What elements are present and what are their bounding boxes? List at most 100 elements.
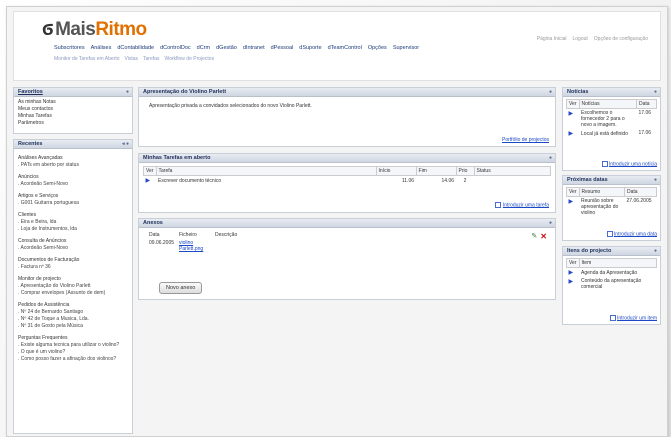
recent-item[interactable]: . Como posso fazer a afinação dos violin… <box>18 356 128 363</box>
project-item[interactable]: Conteúdo da apresentação comercial <box>579 277 656 291</box>
nav-dcontabilidade[interactable]: dContabilidade <box>117 45 154 51</box>
recent-group-title[interactable]: Análises Avançadas <box>18 155 128 162</box>
table-row[interactable]: ▶ Agenda da Apresentação <box>567 268 657 278</box>
subnav-tarefas[interactable]: Tarefas <box>143 56 159 62</box>
col-ver[interactable]: Ver <box>566 258 580 268</box>
recent-group-title[interactable]: Monitor de projecto <box>18 276 128 283</box>
recent-group-title[interactable]: Artigos e Serviços <box>18 193 128 200</box>
favorite-item[interactable]: As minhas Notas <box>18 99 128 106</box>
table-row[interactable]: ▶ Escolhemos o fornecedor 2 para o novo … <box>567 109 657 130</box>
recent-item[interactable]: . O que é um violino? <box>18 349 128 356</box>
collapse-icon[interactable]: ● <box>549 155 552 161</box>
view-arrow-icon[interactable]: ▶ <box>567 197 580 218</box>
collapse-icon[interactable]: ● <box>654 248 657 254</box>
recent-group-title[interactable]: Clientes <box>18 212 128 219</box>
favorite-item[interactable]: Parâmetros <box>18 120 128 127</box>
recent-item[interactable]: . PATs em aberto por status <box>18 162 128 169</box>
logout-link[interactable]: Logout <box>573 36 588 42</box>
recent-item[interactable]: . G001 Guitarra portuguesa <box>18 200 128 207</box>
table-row[interactable]: ▶ Reunião sobre apresentação do violino … <box>567 197 657 218</box>
col-ver[interactable]: Ver <box>566 187 580 197</box>
project-portfolio-link[interactable]: Portfólio de projectos <box>502 137 549 143</box>
recent-item[interactable]: . Eira e Beira, lda <box>18 219 128 226</box>
col-status[interactable]: Status <box>473 166 552 176</box>
collapse-icon[interactable]: ● <box>654 89 657 95</box>
collapse-icon[interactable]: ● <box>549 220 552 226</box>
col-resumo[interactable]: Resumo <box>578 187 626 197</box>
recent-item[interactable]: . Acordeão Semi-Novo <box>18 181 128 188</box>
edit-icon[interactable]: ✎ <box>531 232 537 241</box>
subnav-workflow[interactable]: Workflow de Projectos <box>164 56 214 62</box>
nav-dcrm[interactable]: dCrm <box>197 45 210 51</box>
recent-item[interactable]: . Loja de Instrumentos, lda <box>18 226 128 233</box>
col-fim[interactable]: Fim <box>415 166 457 176</box>
attachment-file-link[interactable]: violino Parlett.png <box>177 239 213 253</box>
settings-link[interactable]: Opções de configuração <box>594 36 648 42</box>
recent-item[interactable]: . Factura nº 36 <box>18 264 128 271</box>
nav-dteamcontrol[interactable]: dTeamControl <box>328 45 362 51</box>
date-summary[interactable]: Reunião sobre apresentação do violino <box>579 197 624 218</box>
recent-item[interactable]: . Nº 42 de Toque a Musica, Lda. <box>18 316 128 323</box>
recent-group-title[interactable]: Pedidos de Assistência <box>18 302 128 309</box>
view-arrow-icon[interactable]: ▶ <box>567 109 580 130</box>
project-item[interactable]: Agenda da Apresentação <box>579 268 656 278</box>
recent-item[interactable]: . Nº 24 de Bernardo Santiago <box>18 309 128 316</box>
add-date-link[interactable]: Introduzir uma data <box>614 231 657 237</box>
add-task-link[interactable]: Introduzir uma tarefa <box>503 202 549 208</box>
nav-dsuporte[interactable]: dSuporte <box>299 45 321 51</box>
news-text[interactable]: Local já está definido <box>579 129 636 138</box>
recent-item[interactable]: . Apresentação do Violino Parlett <box>18 283 128 290</box>
new-date-icon[interactable] <box>606 230 613 237</box>
task-name[interactable]: Escrever documento técnico <box>156 176 376 186</box>
home-link[interactable]: Página Inicial <box>537 36 567 42</box>
nav-opcoes[interactable]: Opções <box>368 45 387 51</box>
recent-item[interactable]: . Comprar envelopes (Assunto de dem) <box>18 290 128 297</box>
view-arrow-icon[interactable]: ▶ <box>567 268 580 278</box>
news-text[interactable]: Escolhemos o fornecedor 2 para o novo a … <box>579 109 636 130</box>
subnav-monitor[interactable]: Monitor de Tarefas em Aberto <box>54 56 120 62</box>
collapse-icon[interactable]: ● <box>126 89 129 95</box>
recent-group-title[interactable]: Perguntas Frequentes <box>18 335 128 342</box>
new-item-icon[interactable] <box>609 314 616 321</box>
nav-dcontroldoc[interactable]: dControlDoc <box>160 45 191 51</box>
recent-group-title[interactable]: Documentos de Facturação <box>18 257 128 264</box>
col-prio[interactable]: Prio <box>455 166 475 176</box>
nav-subscritores[interactable]: Subscritores <box>54 45 85 51</box>
view-arrow-icon[interactable]: ▶ <box>567 277 580 291</box>
delete-icon[interactable]: ✕ <box>540 232 547 241</box>
col-tarefa[interactable]: Tarefa <box>155 166 377 176</box>
col-data[interactable]: Data <box>624 187 657 197</box>
favorite-item[interactable]: Minhas Tarefas <box>18 113 128 120</box>
add-item-link[interactable]: Introduzir um item <box>617 315 657 321</box>
new-task-icon[interactable] <box>495 201 502 208</box>
nav-dpessoal[interactable]: dPessoal <box>271 45 294 51</box>
recent-item[interactable]: . Existe alguma tecnica para utilizar o … <box>18 342 128 349</box>
nav-analises[interactable]: Análises <box>91 45 112 51</box>
col-ver[interactable]: Ver <box>143 166 157 176</box>
recent-item[interactable]: . Acordeão Semi-Novo <box>18 245 128 252</box>
panel-controls-icon[interactable]: ◂ ● <box>122 141 129 147</box>
nav-dgestao[interactable]: dGestão <box>216 45 237 51</box>
view-arrow-icon[interactable]: ▶ <box>567 129 580 138</box>
new-news-icon[interactable] <box>601 160 608 167</box>
add-news-link[interactable]: Introduzir uma notícia <box>609 161 657 167</box>
recent-item[interactable]: . Nº 31 de Gosto pela Música <box>18 323 128 330</box>
col-inicio[interactable]: Início <box>375 166 417 176</box>
table-row[interactable]: ▶ Local já está definido 17.06 <box>567 129 657 138</box>
recent-group-title[interactable]: Anúncios <box>18 174 128 181</box>
favorite-item[interactable]: Meus contactos <box>18 106 128 113</box>
col-noticias[interactable]: Notícias <box>578 99 638 109</box>
app-logo[interactable]: ϭ MaisRitmo <box>42 18 147 41</box>
table-row[interactable]: ▶ Escrever documento técnico 11.06 14.06… <box>144 176 551 186</box>
collapse-icon[interactable]: ● <box>654 177 657 183</box>
nav-supervisor[interactable]: Supervisor <box>393 45 419 51</box>
subnav-vistas[interactable]: Vistas <box>125 56 139 62</box>
table-row[interactable]: ▶ Conteúdo da apresentação comercial <box>567 277 657 291</box>
view-arrow-icon[interactable]: ▶ <box>144 176 157 186</box>
col-item[interactable]: Item <box>578 258 658 268</box>
collapse-icon[interactable]: ● <box>549 89 552 95</box>
recent-group-title[interactable]: Consulta de Anúncios <box>18 238 128 245</box>
nav-dintranet[interactable]: dIntranet <box>243 45 265 51</box>
new-attachment-button[interactable]: Novo anexo <box>159 282 203 294</box>
col-ver[interactable]: Ver <box>566 99 580 109</box>
